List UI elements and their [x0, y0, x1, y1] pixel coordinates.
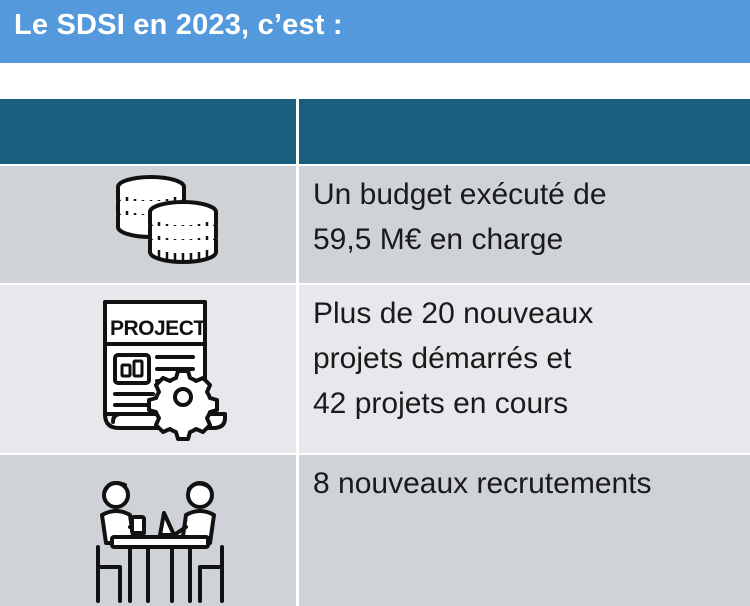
project-label: PROJECT	[110, 317, 206, 340]
table-header-cell-2	[299, 99, 750, 164]
table-row-1-text-cell: Un budget exécuté de 59,5 M€ en charge	[299, 166, 750, 283]
row-3-line-1: 8 nouveaux recrutements	[313, 467, 652, 500]
table-row-1-icon-cell	[0, 166, 296, 283]
page-title: Le SDSI en 2023, c’est :	[14, 9, 343, 41]
row-1-line-1: Un budget exécuté de	[313, 178, 607, 211]
recruitment-meeting-icon	[96, 481, 224, 603]
table-row-3-icon-cell	[0, 455, 296, 606]
title-banner: Le SDSI en 2023, c’est :	[0, 0, 750, 63]
row-3-text: 8 nouveaux recrutements	[313, 461, 652, 506]
project-document-gear-icon: PROJECT	[103, 300, 227, 441]
table-row-3-text-cell: 8 nouveaux recrutements	[299, 455, 750, 606]
row-2-line-2: projets démarrés et	[313, 342, 572, 375]
coins-icon	[116, 175, 218, 264]
row-2-line-1: Plus de 20 nouveaux	[313, 297, 594, 330]
table-row-2-icon-cell: PROJECT	[0, 285, 296, 453]
row-2-line-3: 42 projets en cours	[313, 387, 569, 420]
row-1-line-2: 59,5 M€ en charge	[313, 223, 564, 256]
row-2-text: Plus de 20 nouveaux projets démarrés et …	[313, 291, 593, 426]
table-row-2-text-cell: Plus de 20 nouveaux projets démarrés et …	[299, 285, 750, 453]
row-1-text: Un budget exécuté de 59,5 M€ en charge	[313, 172, 607, 262]
table-header-cell-1	[0, 99, 296, 164]
